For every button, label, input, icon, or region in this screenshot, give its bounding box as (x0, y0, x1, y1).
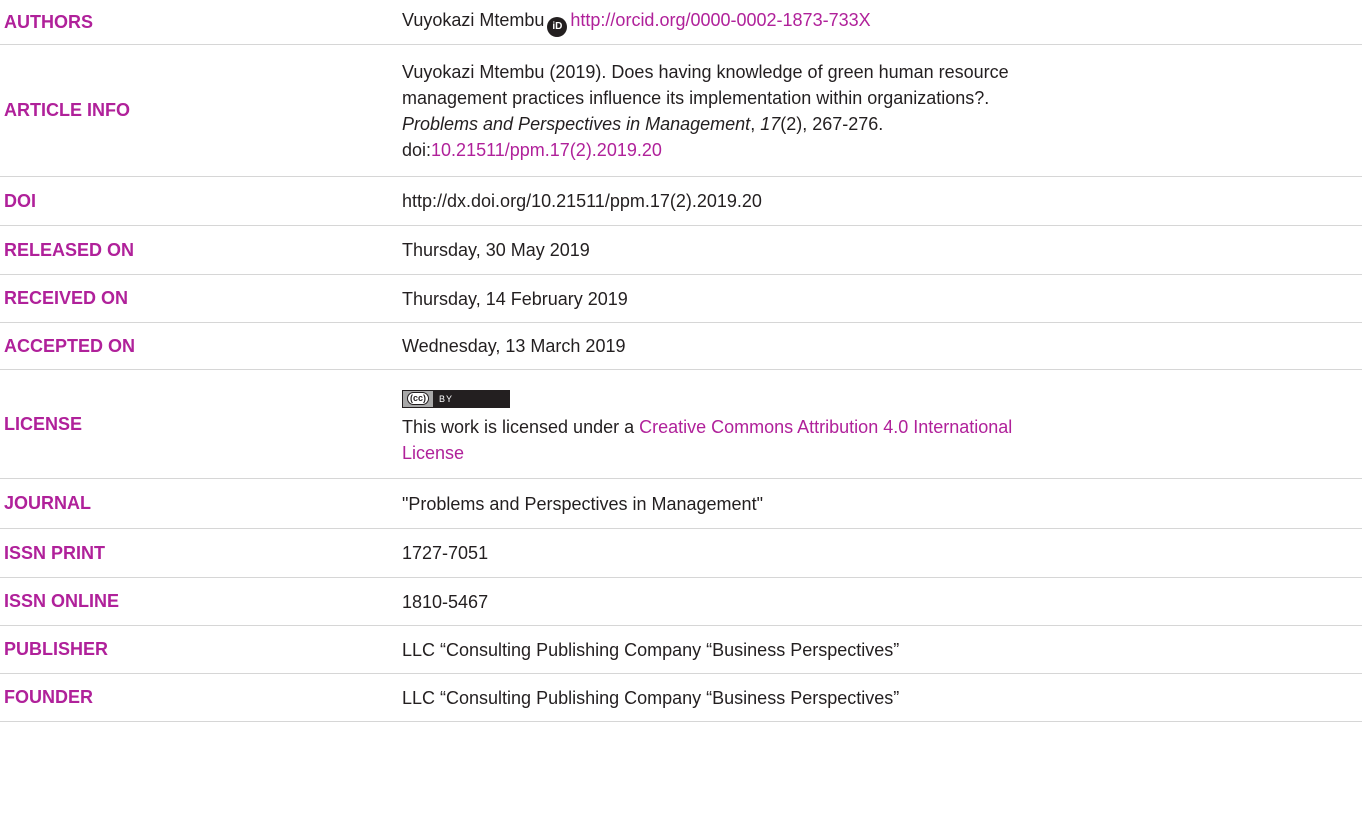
issn-print-label: ISSN PRINT (4, 542, 106, 563)
journal-value: "Problems and Perspectives in Management… (402, 493, 763, 514)
cc-logo-icon: (cc) (407, 392, 430, 406)
row-doi: DOI http://dx.doi.org/10.21511/ppm.17(2)… (0, 177, 1362, 226)
license-link[interactable]: Creative Commons Attribution 4.0 Interna… (639, 417, 1012, 437)
doi-label: DOI (4, 190, 37, 211)
row-journal: JOURNAL "Problems and Perspectives in Ma… (0, 479, 1362, 529)
citation-journal: Problems and Perspectives in Management (402, 113, 751, 134)
released-on-label: RELEASED ON (4, 239, 135, 260)
row-accepted-on: ACCEPTED ON Wednesday, 13 March 2019 (0, 323, 1362, 370)
founder-label: FOUNDER (4, 687, 93, 707)
journal-label: JOURNAL (4, 493, 92, 513)
cc-by-badge-icon[interactable]: (cc) BY (402, 389, 510, 408)
received-on-label: RECEIVED ON (4, 288, 129, 308)
citation-line-1: Vuyokazi Mtembu (2019). Does having know… (402, 61, 1009, 82)
row-issn-print: ISSN PRINT 1727-7051 (0, 529, 1362, 578)
issn-online-label: ISSN ONLINE (4, 591, 120, 611)
row-license: LICENSE (cc) BY This work is licensed un… (0, 370, 1362, 479)
article-info-label: ARTICLE INFO (4, 100, 130, 120)
issn-print-value: 1727-7051 (402, 543, 489, 563)
row-authors: AUTHORS Vuyokazi Mtembu iD http://orcid.or… (0, 0, 1362, 45)
authors-label: AUTHORS (4, 11, 93, 32)
founder-value: LLC “Consulting Publishing Company “Busi… (402, 687, 900, 708)
license-value: (cc) BY This work is licensed under a Cr… (402, 370, 1362, 478)
row-article-info: ARTICLE INFO Vuyokazi Mtembu (2019). Doe… (0, 45, 1362, 177)
doi-value: http://dx.doi.org/10.21511/ppm.17(2).201… (402, 191, 762, 211)
citation-line-4: doi:10.21511/ppm.17(2).2019.20 (402, 137, 1342, 163)
citation-doi-link[interactable]: 10.21511/ppm.17(2).2019.20 (431, 140, 662, 160)
row-publisher: PUBLISHER LLC “Consulting Publishing Com… (0, 626, 1362, 674)
article-metadata-table: AUTHORS Vuyokazi Mtembu iD http://orcid.or… (0, 0, 1362, 722)
released-on-value: Thursday, 30 May 2019 (402, 240, 590, 260)
license-label: LICENSE (4, 413, 83, 434)
cc-by-text: BY (439, 393, 454, 404)
accepted-on-label: ACCEPTED ON (4, 335, 136, 356)
accepted-on-value: Wednesday, 13 March 2019 (402, 336, 626, 356)
license-link-continued[interactable]: License (402, 443, 464, 463)
row-issn-online: ISSN ONLINE 1810-5467 (0, 578, 1362, 626)
citation-line-3: Problems and Perspectives in Management,… (402, 111, 1342, 137)
publisher-value: LLC “Consulting Publishing Company “Busi… (402, 639, 900, 660)
citation-line-2: management practices influence its imple… (402, 87, 990, 108)
row-released-on: RELEASED ON Thursday, 30 May 2019 (0, 226, 1362, 275)
citation-volume: 17 (760, 113, 781, 134)
received-on-value: Thursday, 14 February 2019 (402, 288, 628, 309)
orcid-link[interactable]: http://orcid.org/0000-0002-1873-733X (570, 10, 870, 30)
author-name: Vuyokazi Mtembu (402, 10, 545, 30)
citation-comma: , (750, 113, 761, 134)
publisher-label: PUBLISHER (4, 639, 109, 659)
article-info-value: Vuyokazi Mtembu (2019). Does having know… (402, 45, 1362, 176)
citation-doi-prefix: doi: (402, 139, 432, 160)
row-received-on: RECEIVED ON Thursday, 14 February 2019 (0, 275, 1362, 323)
orcid-icon[interactable]: iD (547, 17, 568, 37)
row-founder: FOUNDER LLC “Consulting Publishing Compa… (0, 674, 1362, 722)
issn-online-value: 1810-5467 (402, 591, 489, 612)
citation-issue-pages: (2), 267-276. (780, 113, 884, 134)
license-text: This work is licensed under a (402, 416, 640, 437)
authors-value: Vuyokazi Mtembu iD http://orcid.org/0000-0… (402, 0, 1362, 44)
